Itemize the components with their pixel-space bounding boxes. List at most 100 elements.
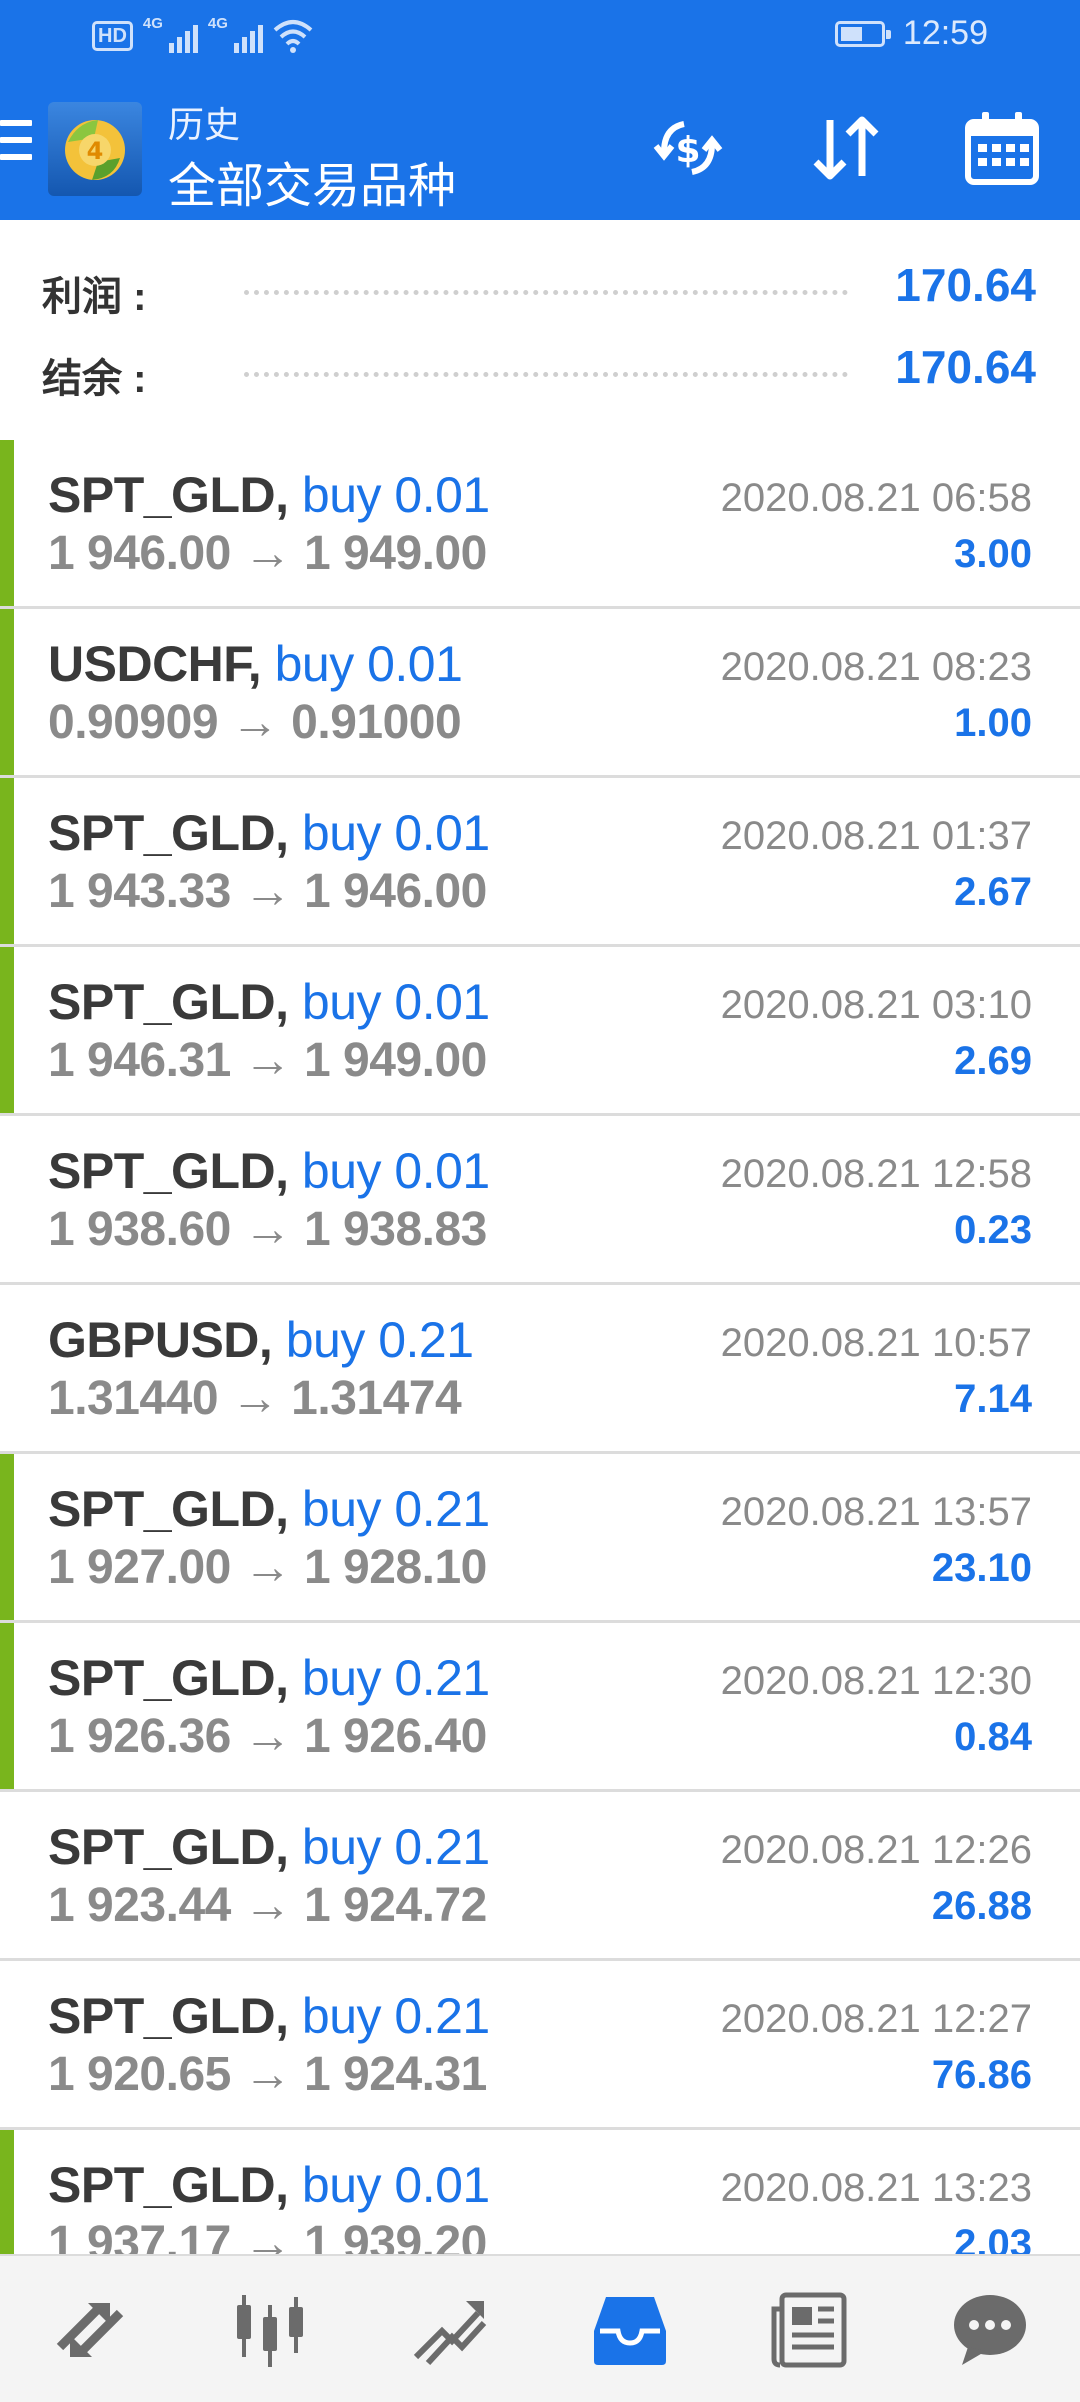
quotes-icon bbox=[56, 2303, 124, 2357]
status-icons-left: HD 4G 4G bbox=[92, 15, 313, 54]
nav-trade[interactable] bbox=[360, 2256, 540, 2402]
symbol-name: SPT_GLD, bbox=[48, 467, 289, 523]
nav-history[interactable] bbox=[540, 2256, 720, 2402]
trade-profit: 3.00 bbox=[954, 532, 1032, 576]
trade-side-volume: buy 0.01 bbox=[301, 1143, 490, 1199]
trade-profit: 7.14 bbox=[954, 1377, 1032, 1421]
profit-indicator-bar bbox=[0, 440, 14, 606]
trade-history-list[interactable]: SPT_GLD, buy 0.01 1 946.00 → 1 949.00 2020… bbox=[0, 440, 1080, 2254]
trade-side-volume: buy 0.21 bbox=[301, 1819, 490, 1875]
symbol-name: SPT_GLD, bbox=[48, 1988, 289, 2044]
trade-symbol: SPT_GLD, buy 0.01 bbox=[48, 804, 490, 862]
trade-datetime: 2020.08.21 12:26 bbox=[720, 1828, 1032, 1872]
chart-icon bbox=[237, 2295, 303, 2367]
trade-side-volume: buy 0.21 bbox=[301, 1481, 490, 1537]
trade-symbol: GBPUSD, buy 0.21 bbox=[48, 1311, 474, 1369]
clock: 12:59 bbox=[902, 14, 988, 52]
trade-datetime: 2020.08.21 12:27 bbox=[720, 1997, 1032, 2041]
balance-value: 170.64 bbox=[895, 341, 1036, 393]
wifi-icon bbox=[273, 20, 313, 53]
trade-side-volume: buy 0.01 bbox=[301, 2157, 490, 2213]
trade-datetime: 2020.08.21 13:57 bbox=[720, 1490, 1032, 1534]
dotted-leader bbox=[244, 290, 848, 295]
trade-profit: 23.10 bbox=[931, 1546, 1032, 1590]
trade-row[interactable]: GBPUSD, buy 0.21 1.31440 → 1.31474 2020.08… bbox=[0, 1285, 1080, 1454]
trade-row[interactable]: SPT_GLD, buy 0.21 1 926.36 → 1 926.40 2020… bbox=[0, 1623, 1080, 1792]
profit-indicator-bar bbox=[0, 1454, 14, 1620]
symbol-name: GBPUSD, bbox=[48, 1312, 273, 1368]
profit-value: 170.64 bbox=[895, 259, 1036, 311]
trade-row[interactable]: USDCHF, buy 0.01 0.90909 → 0.91000 2020.08… bbox=[0, 609, 1080, 778]
trade-symbol: SPT_GLD, buy 0.01 bbox=[48, 973, 490, 1031]
calendar-icon[interactable] bbox=[960, 106, 1044, 190]
symbol-name: SPT_GLD, bbox=[48, 1481, 289, 1537]
trade-datetime: 2020.08.21 12:58 bbox=[720, 1152, 1032, 1196]
chat-icon bbox=[954, 2295, 1026, 2365]
profit-indicator-bar bbox=[0, 947, 14, 1113]
open-close-prices: 1 937.17 → 1 939.20 bbox=[48, 2217, 487, 2254]
open-close-prices: 1 938.60 → 1 938.83 bbox=[48, 1203, 487, 1256]
sort-icon[interactable] bbox=[804, 106, 888, 190]
trade-row[interactable]: SPT_GLD, buy 0.01 1 937.17 → 1 939.20 2020… bbox=[0, 2130, 1080, 2254]
bottom-navigation bbox=[0, 2254, 1080, 2402]
trade-side-volume: buy 0.21 bbox=[285, 1312, 474, 1368]
trade-row[interactable]: SPT_GLD, buy 0.01 1 943.33 → 1 946.00 2020… bbox=[0, 778, 1080, 947]
symbol-name: SPT_GLD, bbox=[48, 2157, 289, 2213]
trade-symbol: SPT_GLD, buy 0.21 bbox=[48, 1987, 490, 2045]
trade-profit: 2.67 bbox=[954, 870, 1032, 914]
symbol-name: SPT_GLD, bbox=[48, 805, 289, 861]
open-close-prices: 1 927.00 → 1 928.10 bbox=[48, 1541, 487, 1594]
trade-datetime: 2020.08.21 12:30 bbox=[720, 1659, 1032, 1703]
signal-icon: 4G bbox=[143, 15, 198, 53]
news-icon bbox=[771, 2292, 847, 2368]
nav-quotes[interactable] bbox=[0, 2256, 180, 2402]
trade-side-volume: buy 0.01 bbox=[301, 974, 490, 1030]
trade-symbol: SPT_GLD, buy 0.01 bbox=[48, 2156, 490, 2214]
trade-profit: 2.03 bbox=[954, 2222, 1032, 2254]
trade-side-volume: buy 0.21 bbox=[301, 1650, 490, 1706]
trade-symbol: SPT_GLD, buy 0.01 bbox=[48, 1142, 490, 1200]
symbol-name: USDCHF, bbox=[48, 636, 262, 692]
profit-row: 利润 : 170.64 bbox=[0, 258, 1080, 319]
metatrader-logo: 4 bbox=[48, 102, 142, 196]
app-header: 4 历史 全部交易品种 $ bbox=[0, 76, 1080, 220]
open-close-prices: 1 943.33 → 1 946.00 bbox=[48, 865, 487, 918]
trade-symbol: SPT_GLD, buy 0.21 bbox=[48, 1480, 490, 1538]
symbol-name: SPT_GLD, bbox=[48, 974, 289, 1030]
trade-profit: 0.84 bbox=[954, 1715, 1032, 1759]
nav-news[interactable] bbox=[720, 2256, 900, 2402]
account-summary: 利润 : 170.64 结余 : 170.64 bbox=[0, 222, 1080, 443]
open-close-prices: 1 946.31 → 1 949.00 bbox=[48, 1034, 487, 1087]
balance-label: 结余 : bbox=[42, 357, 147, 401]
signal-icon: 4G bbox=[208, 15, 263, 53]
trade-side-volume: buy 0.01 bbox=[274, 636, 463, 692]
trade-profit: 0.23 bbox=[954, 1208, 1032, 1252]
menu-button[interactable] bbox=[0, 120, 32, 176]
nav-chat[interactable] bbox=[900, 2256, 1080, 2402]
status-icons-right: 12:59 bbox=[834, 14, 988, 53]
trade-symbol: SPT_GLD, buy 0.01 bbox=[48, 466, 490, 524]
trade-profit: 26.88 bbox=[931, 1884, 1032, 1928]
trade-row[interactable]: SPT_GLD, buy 0.01 1 946.31 → 1 949.00 2020… bbox=[0, 947, 1080, 1116]
trade-row[interactable]: SPT_GLD, buy 0.01 1 938.60 → 1 938.83 2020… bbox=[0, 1116, 1080, 1285]
trade-row[interactable]: SPT_GLD, buy 0.21 1 923.44 → 1 924.72 2020… bbox=[0, 1792, 1080, 1961]
open-close-prices: 1 926.36 → 1 926.40 bbox=[48, 1710, 487, 1763]
symbol-filter-label[interactable]: 全部交易品种 bbox=[168, 146, 456, 216]
open-close-prices: 1.31440 → 1.31474 bbox=[48, 1372, 462, 1425]
page-title: 历史 bbox=[168, 104, 241, 145]
trade-side-volume: buy 0.01 bbox=[301, 805, 490, 861]
trade-datetime: 2020.08.21 08:23 bbox=[720, 645, 1032, 689]
trade-side-volume: buy 0.01 bbox=[301, 467, 490, 523]
currency-exchange-icon[interactable]: $ bbox=[646, 106, 730, 190]
trade-row[interactable]: SPT_GLD, buy 0.21 1 920.65 → 1 924.31 2020… bbox=[0, 1961, 1080, 2130]
nav-chart[interactable] bbox=[180, 2256, 360, 2402]
trade-icon bbox=[413, 2301, 487, 2366]
battery-icon bbox=[834, 20, 891, 47]
trade-datetime: 2020.08.21 03:10 bbox=[720, 983, 1032, 1027]
trade-side-volume: buy 0.21 bbox=[301, 1988, 490, 2044]
trade-row[interactable]: SPT_GLD, buy 0.21 1 927.00 → 1 928.10 2020… bbox=[0, 1454, 1080, 1623]
balance-row: 结余 : 170.64 bbox=[0, 340, 1080, 401]
trade-symbol: SPT_GLD, buy 0.21 bbox=[48, 1649, 490, 1707]
trade-row[interactable]: SPT_GLD, buy 0.01 1 946.00 → 1 949.00 2020… bbox=[0, 440, 1080, 609]
network-type-label: 4G bbox=[142, 15, 163, 32]
